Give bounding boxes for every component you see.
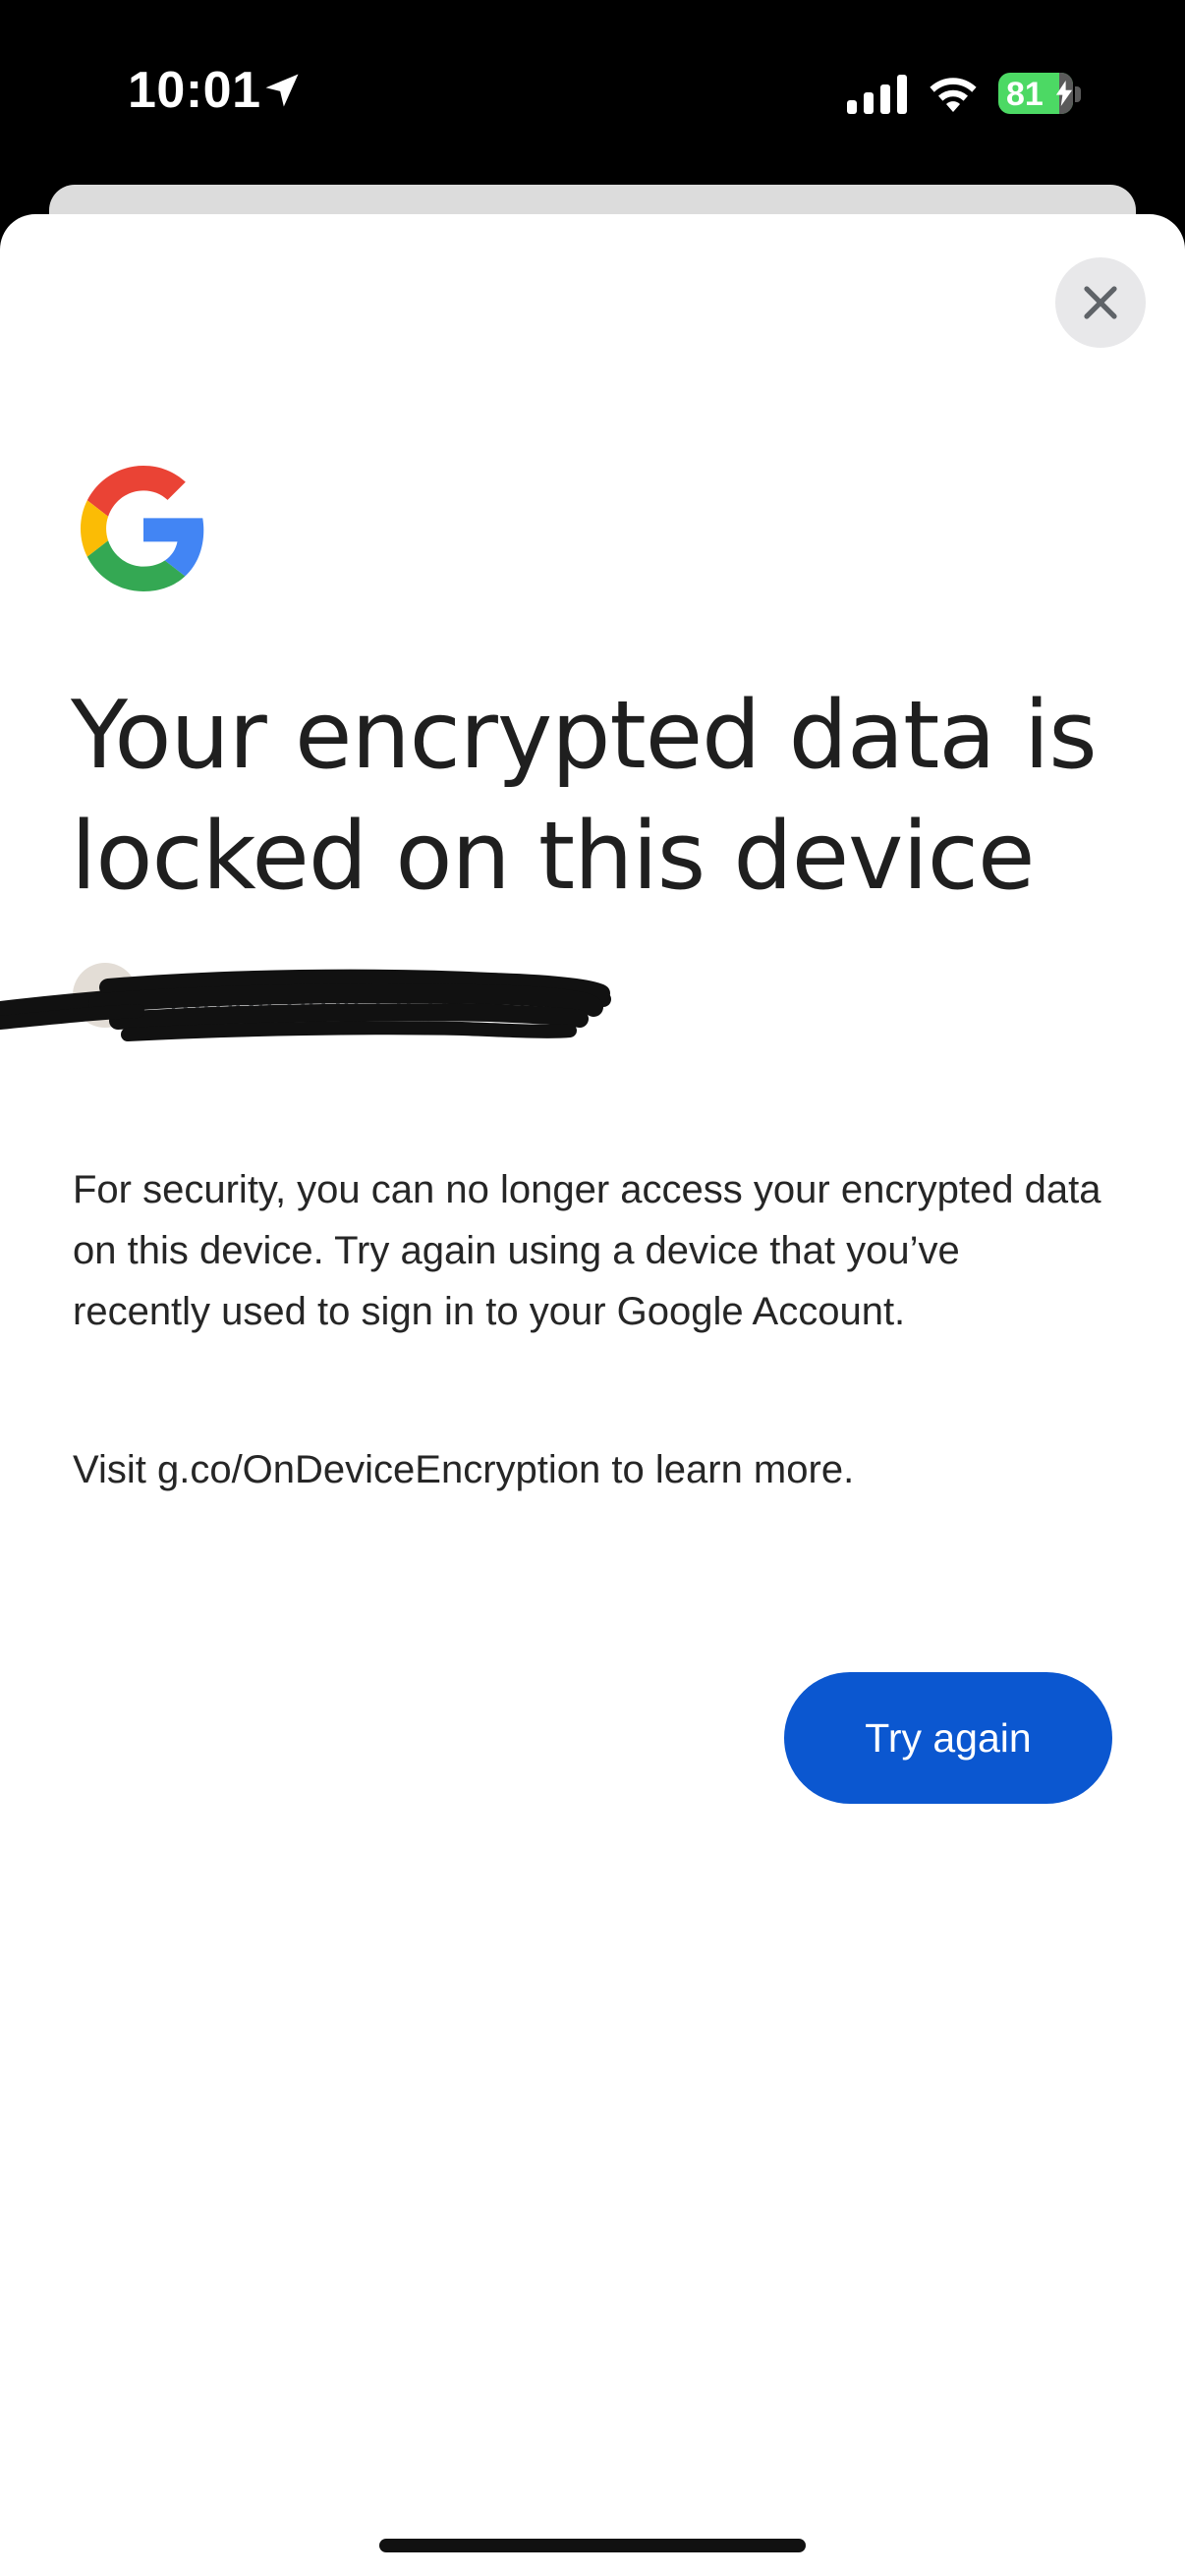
battery-indicator: 81: [998, 73, 1073, 114]
close-button[interactable]: [1055, 257, 1146, 348]
dialog-title: Your encrypted data is locked on this de…: [71, 682, 1098, 911]
location-arrow-icon: [265, 74, 299, 107]
battery-percent: 81: [1006, 76, 1044, 113]
google-logo: [81, 466, 204, 591]
redaction-scribble: [0, 969, 611, 1041]
battery-cap: [1075, 86, 1081, 102]
dialog-body: For security, you can no longer access y…: [73, 1168, 1101, 1333]
status-bar: 10:01 81: [0, 0, 1185, 187]
status-time: 10:01: [128, 62, 261, 119]
wifi-icon: [930, 78, 977, 112]
learn-more-text: Visit g.co/OnDeviceEncryption to learn m…: [73, 1448, 855, 1491]
cellular-signal-icon: [847, 75, 907, 114]
charging-bolt-icon: [1055, 81, 1073, 106]
close-icon: [1084, 286, 1117, 319]
try-again-button[interactable]: Try again: [784, 1672, 1112, 1804]
home-indicator[interactable]: [379, 2539, 806, 2552]
